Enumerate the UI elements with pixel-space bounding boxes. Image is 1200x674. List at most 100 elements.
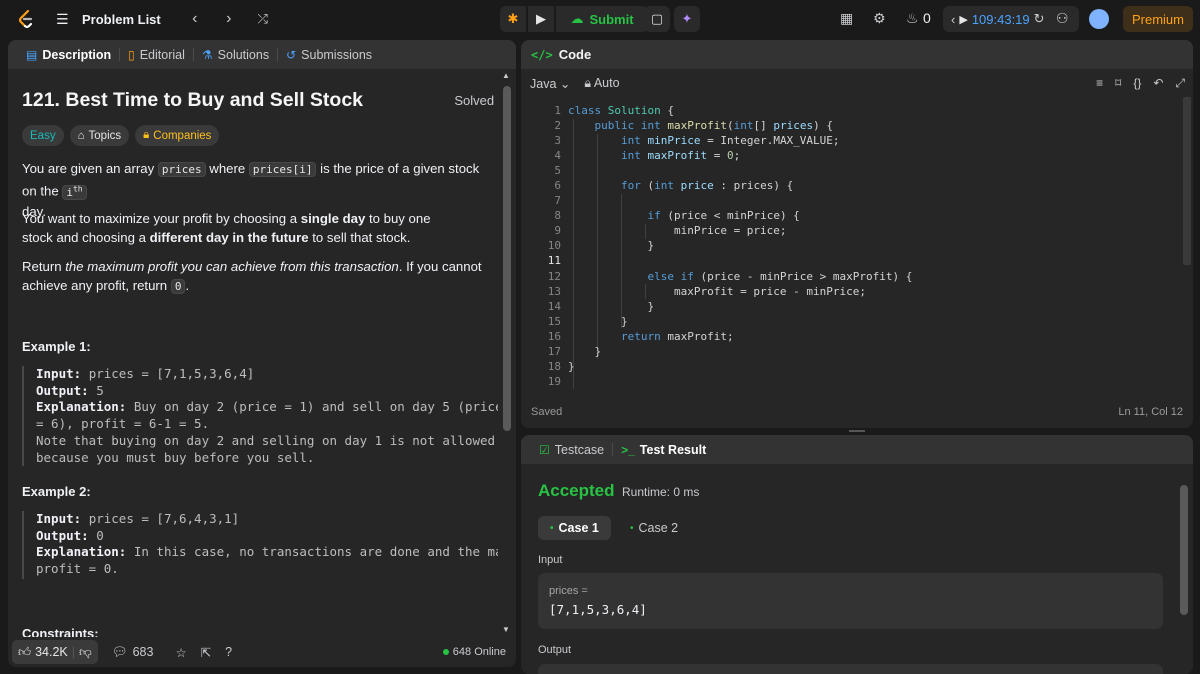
scroll-down-icon[interactable]: ▼ <box>502 625 510 634</box>
text: You want to maximize your profit by choo… <box>22 211 301 226</box>
document-icon: ▤ <box>26 47 38 62</box>
test-scrollbar[interactable] <box>1180 485 1188 615</box>
tag-icon: ⌂ <box>77 129 85 142</box>
add-user-icon[interactable]: ⚇ <box>1056 10 1069 27</box>
chevron-left-icon[interactable]: ‹ <box>951 12 955 27</box>
tab-label: Description <box>42 47 112 62</box>
like-count: 34.2K <box>35 645 68 659</box>
code-editor[interactable]: class Solution { public int maxProfit(in… <box>568 103 912 374</box>
divider: | <box>71 645 75 659</box>
inline-code: 0 <box>170 279 186 294</box>
braces-icon[interactable]: {} <box>1133 76 1141 91</box>
chevron-down-icon: ⌄ <box>559 76 571 91</box>
code-scrollbar[interactable] <box>1183 97 1191 265</box>
problem-title[interactable]: 121. Best Time to Buy and Sell Stock <box>22 89 363 112</box>
problem-list-label[interactable]: Problem List <box>82 12 161 27</box>
prev-problem-icon[interactable]: ‹ <box>181 10 209 28</box>
line-number: 7 <box>554 194 561 208</box>
premium-button[interactable]: Premium <box>1123 6 1193 32</box>
constraints-title: Constraints: <box>22 626 99 637</box>
share-icon[interactable]: ⇱ <box>201 645 211 660</box>
companies-tag[interactable]: 🔒︎ Companies <box>135 125 220 146</box>
leetcode-logo-icon[interactable] <box>16 9 36 29</box>
top-navbar: ☰ Problem List ‹ › ⤮ ✱ ▶ ☁ Submit ▢ ✦ ▦ … <box>0 0 1200 38</box>
settings-gear-icon[interactable]: ⚙ <box>873 10 886 27</box>
tab-label: Editorial <box>139 47 185 62</box>
format-icon[interactable]: ≡ <box>1096 76 1103 91</box>
tab-submissions[interactable]: ↺ Submissions <box>278 40 380 69</box>
list-icon[interactable]: ☰ <box>56 12 72 26</box>
like-dislike-group: 👍︎ 34.2K | 👎︎ <box>12 640 98 664</box>
avatar[interactable] <box>1089 9 1109 29</box>
notes-button[interactable]: ▢ <box>644 6 670 32</box>
sparkle-icon: ✦ <box>681 11 693 26</box>
tab-testcase[interactable]: ☑ Testcase <box>531 435 612 464</box>
description-tabs: ▤ Description ▯ Editorial ⚗ Solutions ↺ … <box>8 40 516 69</box>
debug-icon[interactable]: ✱ <box>500 6 526 32</box>
output-box <box>538 664 1163 674</box>
panel-resize-handle[interactable] <box>849 430 865 432</box>
auto-mode[interactable]: 🔒︎ Auto <box>584 76 619 91</box>
next-problem-icon[interactable]: › <box>215 10 243 28</box>
tab-test-result[interactable]: >_ Test Result <box>613 435 714 464</box>
line-number: 15 <box>547 314 561 328</box>
line-numbers: 1 2 3 4 5 6 7 8 9 10 11 12 13 14 15 16 17 18 19 <box>521 103 561 389</box>
case-1-button[interactable]: • Case 1 <box>538 516 611 540</box>
tag-label: Easy <box>30 129 56 142</box>
star-icon[interactable]: ☆ <box>175 645 186 660</box>
tab-label: Submissions <box>301 47 373 62</box>
timer-value: 109:43:19 <box>971 11 1030 27</box>
run-button[interactable]: ▶ <box>528 6 554 32</box>
reset-icon[interactable]: ↻ <box>1034 11 1045 27</box>
help-icon[interactable]: ? <box>225 645 232 659</box>
code-toolbar: Java ⌄ 🔒︎ Auto ≡ ⌑ {} ↶ ⤢ <box>521 69 1193 97</box>
cursor-position: Ln 11, Col 12 <box>1118 406 1183 418</box>
undo-icon[interactable]: ↶ <box>1153 76 1163 91</box>
pass-dot-icon: • <box>550 522 554 534</box>
run-submit-group: ✱ ▶ ☁ Submit <box>500 6 648 32</box>
bookmark-icon[interactable]: ⌑ <box>1115 76 1121 91</box>
ai-assist-button[interactable]: ✦ <box>674 6 700 32</box>
layout-grid-icon[interactable]: ▦ <box>840 10 853 27</box>
streak-flame-icon[interactable]: ♨ <box>906 10 919 27</box>
topics-tag[interactable]: ⌂ Topics <box>69 125 130 146</box>
line-number: 16 <box>547 329 561 343</box>
label: Output: <box>36 527 89 543</box>
text: You are given an array <box>22 161 158 176</box>
scroll-up-icon[interactable]: ▲ <box>502 71 510 80</box>
history-icon: ↺ <box>286 47 297 62</box>
difficulty-badge: Easy <box>22 125 64 146</box>
play-timer-icon[interactable]: ▶ <box>959 13 967 26</box>
bold-text: single day <box>300 211 366 226</box>
code-title: Code <box>558 47 592 62</box>
comments-button[interactable]: 💬︎ 683 <box>112 645 154 660</box>
tab-solutions[interactable]: ⚗ Solutions <box>194 40 277 69</box>
cloud-upload-icon: ☁ <box>570 11 584 26</box>
language-label: Java <box>530 76 557 91</box>
superscript: th <box>72 184 83 193</box>
shuffle-icon[interactable]: ⤮ <box>249 11 277 27</box>
code-brackets-icon: </> <box>531 47 553 62</box>
tab-description[interactable]: ▤ Description <box>18 40 119 69</box>
line-number: 13 <box>547 284 561 298</box>
thumbs-down-icon[interactable]: 👎︎ <box>79 645 92 660</box>
check-circle-icon: ✓ <box>497 93 498 108</box>
case-label: Case 2 <box>638 521 679 535</box>
line-number: 19 <box>547 374 561 388</box>
value: In this case, no transactions are done a… <box>133 544 498 560</box>
description-scrollbar[interactable] <box>503 86 511 431</box>
expand-icon[interactable]: ⤢ <box>1175 76 1185 91</box>
editor-actions: ≡ ⌑ {} ↶ ⤢ <box>1096 76 1185 91</box>
comment-count: 683 <box>132 645 154 659</box>
input-param-name: prices = <box>549 585 588 597</box>
input-param-value: [7,1,5,3,6,4] <box>549 602 647 617</box>
mode-label: Auto <box>593 75 620 90</box>
text: to sell that stock. <box>308 230 411 245</box>
test-panel: ☑ Testcase >_ Test Result Accepted Runti… <box>521 435 1193 674</box>
case-2-button[interactable]: • Case 2 <box>618 516 690 540</box>
tab-editorial[interactable]: ▯ Editorial <box>120 40 193 69</box>
thumbs-up-icon[interactable]: 👍︎ <box>18 645 31 660</box>
submit-button[interactable]: ☁ Submit <box>556 6 648 32</box>
line-number: 5 <box>554 164 561 178</box>
language-select[interactable]: Java ⌄ <box>530 76 570 91</box>
